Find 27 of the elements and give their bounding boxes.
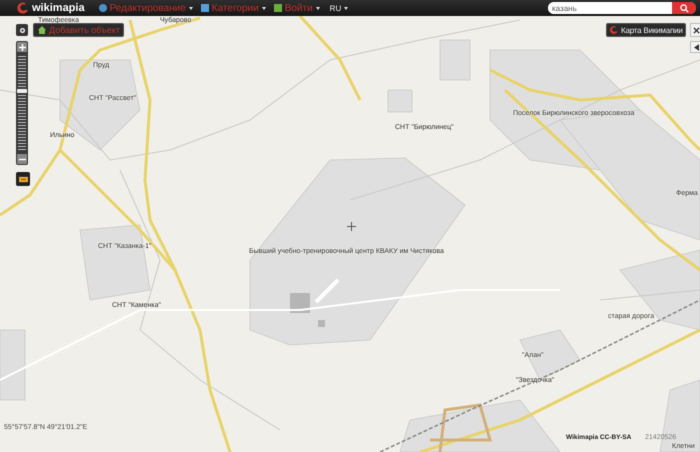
zoom-out-button[interactable] [17, 154, 27, 164]
settings-button[interactable] [16, 24, 28, 36]
logo-icon [16, 1, 30, 15]
plus-icon [18, 44, 26, 50]
logo-text[interactable]: wikimapia [32, 2, 85, 14]
settings-icon [18, 26, 26, 34]
search-field[interactable]: казань [548, 2, 696, 14]
zoom-slider[interactable] [16, 41, 28, 165]
house-icon [37, 25, 47, 35]
triangle-icon [694, 44, 698, 50]
zoom-thumb[interactable] [17, 89, 27, 94]
search-button[interactable] [672, 2, 696, 14]
caret-icon [262, 6, 266, 10]
close-button[interactable] [690, 23, 700, 37]
zoom-in-button[interactable] [17, 42, 27, 52]
crosshair-icon [347, 222, 356, 231]
caret-icon [316, 6, 320, 10]
collapse-button[interactable] [690, 41, 700, 53]
caret-icon [188, 6, 193, 10]
map-type-button[interactable]: Карта Викимапии [606, 23, 686, 37]
language-menu[interactable]: RU [330, 4, 348, 12]
caret-icon [344, 6, 348, 10]
search-icon [680, 4, 688, 12]
logo-icon [609, 25, 619, 35]
close-icon [692, 26, 700, 34]
layers-icon [18, 176, 28, 182]
layers-button[interactable] [16, 172, 30, 186]
